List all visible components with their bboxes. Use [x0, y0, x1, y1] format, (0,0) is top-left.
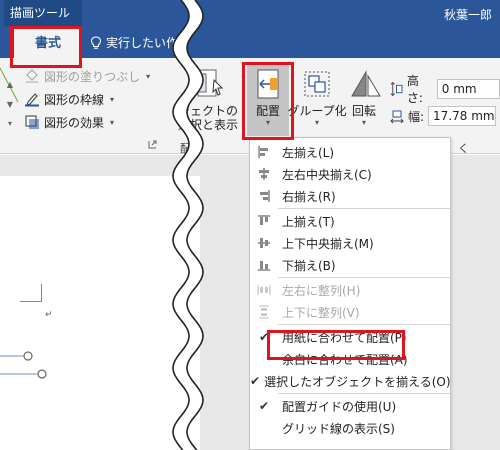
distribute-vertical-icon [250, 301, 278, 323]
menu-item[interactable]: ✔ 選択したオブジェクトを揃える(O) [250, 370, 451, 392]
paint-bucket-icon [26, 69, 38, 83]
rotate-icon [351, 70, 381, 97]
width-row: 幅: 17.78 mm [390, 105, 497, 127]
height-label: 高さ: [406, 74, 423, 105]
menu-item-label: 上下に整列(V) [282, 305, 360, 320]
align-left-icon [250, 141, 278, 163]
highlight-arrange-button [242, 62, 294, 140]
shape-effects-label: 図形の効果 [44, 115, 105, 130]
group-label: グループ化 [287, 104, 347, 118]
group-button[interactable]: グループ化 ▾ [287, 66, 347, 138]
menu-item[interactable]: 左揃え(L) [250, 141, 450, 163]
shape-styles-group: ▲ ▼ ▾ 図形の塗りつぶし ▾ 図形の枠線 ▾ 図形の効果 ▾ [0, 58, 160, 154]
height-input[interactable]: 0 mm [436, 79, 500, 99]
style-gallery-scroll[interactable]: ▲ ▼ ▾ [4, 80, 16, 128]
pen-outline-icon [25, 93, 39, 107]
menu-item[interactable]: 左右中央揃え(C) [250, 163, 450, 185]
chevron-down-icon: ▾ [110, 94, 115, 104]
screenshot-frame: 描画ツール 秋葉一郎 書式 実行したい作 ▲ ▼ ▾ 図形の塗りつぶし ▾ 図形… [0, 0, 500, 450]
selected-connector-line[interactable] [0, 340, 60, 390]
highlight-align-to-page [267, 330, 405, 360]
menu-item[interactable]: 上下中央揃え(M) [250, 232, 450, 254]
lightbulb-icon [90, 35, 102, 49]
margin-corner-mark [20, 284, 42, 302]
menu-item[interactable]: グリッド線の表示(S) [250, 417, 450, 439]
menu-item-label: グリッド線の表示(S) [282, 421, 395, 436]
menu-item-label: 配置ガイドの使用(U) [282, 399, 397, 414]
menu-item-label: 左右中央揃え(C) [282, 167, 372, 182]
align-center-icon [250, 163, 278, 185]
checkmark-icon: ✔ [250, 374, 261, 388]
user-name[interactable]: 秋葉一郎 [444, 6, 492, 23]
shape-fill-label: 図形の塗りつぶし [44, 69, 141, 84]
menu-item: 上下に整列(V) [250, 301, 450, 323]
paragraph-mark-icon: ↵ [45, 310, 53, 320]
highlight-format-tab [10, 26, 82, 68]
menu-item-label: 左揃え(L) [282, 145, 335, 160]
checkmark-icon: ✔ [258, 399, 270, 413]
connector-handle[interactable] [23, 351, 33, 361]
menu-separator [278, 324, 450, 325]
rotate-label: 回転 [351, 104, 376, 118]
menu-separator [278, 208, 450, 209]
group-objects-icon [304, 71, 330, 97]
shape-effects-icon [25, 115, 39, 129]
menu-item-label: 選択したオブジェクトを揃える(O) [264, 374, 451, 389]
align-middle-icon [250, 232, 278, 254]
align-bottom-icon [250, 254, 278, 276]
menu-separator [278, 393, 450, 394]
align-top-icon [250, 210, 278, 232]
gallery-more-icon[interactable]: ▾ [8, 119, 12, 128]
drawing-tools-context-label: 描画ツール [4, 0, 82, 26]
chevron-down-icon: ▾ [314, 118, 319, 127]
menu-item-label: 下揃え(B) [282, 258, 336, 273]
scroll-up-icon[interactable]: ▲ [7, 80, 13, 89]
width-input[interactable]: 17.78 mm [428, 106, 497, 126]
distribute-horizontal-icon [250, 279, 278, 301]
connector-handle[interactable] [37, 369, 47, 379]
height-icon [390, 81, 403, 97]
rotate-button[interactable]: 回転 ▾ [344, 66, 384, 138]
screenshot-tear-divider [172, 0, 204, 450]
height-row: 高さ: 0 mm [390, 74, 500, 105]
arrange-dropdown-menu: 左揃え(L) 左右中央揃え(C) 右揃え(R) 上揃え(T) 上下中央揃え(M) 下揃え(… [249, 137, 451, 450]
chevron-down-icon: ▾ [361, 118, 366, 127]
width-label: 幅: [408, 109, 425, 124]
shape-fill-button[interactable]: 図形の塗りつぶし ▾ [24, 66, 150, 86]
align-right-icon [250, 185, 278, 207]
shape-outline-label: 図形の枠線 [44, 92, 105, 107]
menu-item[interactable]: 右揃え(R) [250, 185, 450, 207]
menu-item-label: 上揃え(T) [282, 214, 335, 229]
menu-item: 左右に整列(H) [250, 279, 450, 301]
scroll-down-icon[interactable]: ▼ [7, 100, 13, 109]
menu-item[interactable]: 上揃え(T) [250, 210, 450, 232]
shape-outline-button[interactable]: 図形の枠線 ▾ [24, 89, 114, 109]
menu-item-label: 上下中央揃え(M) [282, 236, 374, 251]
menu-item-label: 右揃え(R) [282, 189, 336, 204]
size-group-label: く [458, 142, 469, 155]
chevron-down-icon: ▾ [110, 117, 115, 127]
menu-separator [278, 277, 450, 278]
width-icon [390, 110, 404, 124]
menu-item[interactable]: 下揃え(B) [250, 254, 450, 276]
menu-item-label: 左右に整列(H) [282, 283, 361, 298]
shape-effects-button[interactable]: 図形の効果 ▾ [24, 112, 114, 132]
menu-item[interactable]: ✔ 配置ガイドの使用(U) [250, 395, 450, 417]
menu-gutter [250, 417, 278, 439]
